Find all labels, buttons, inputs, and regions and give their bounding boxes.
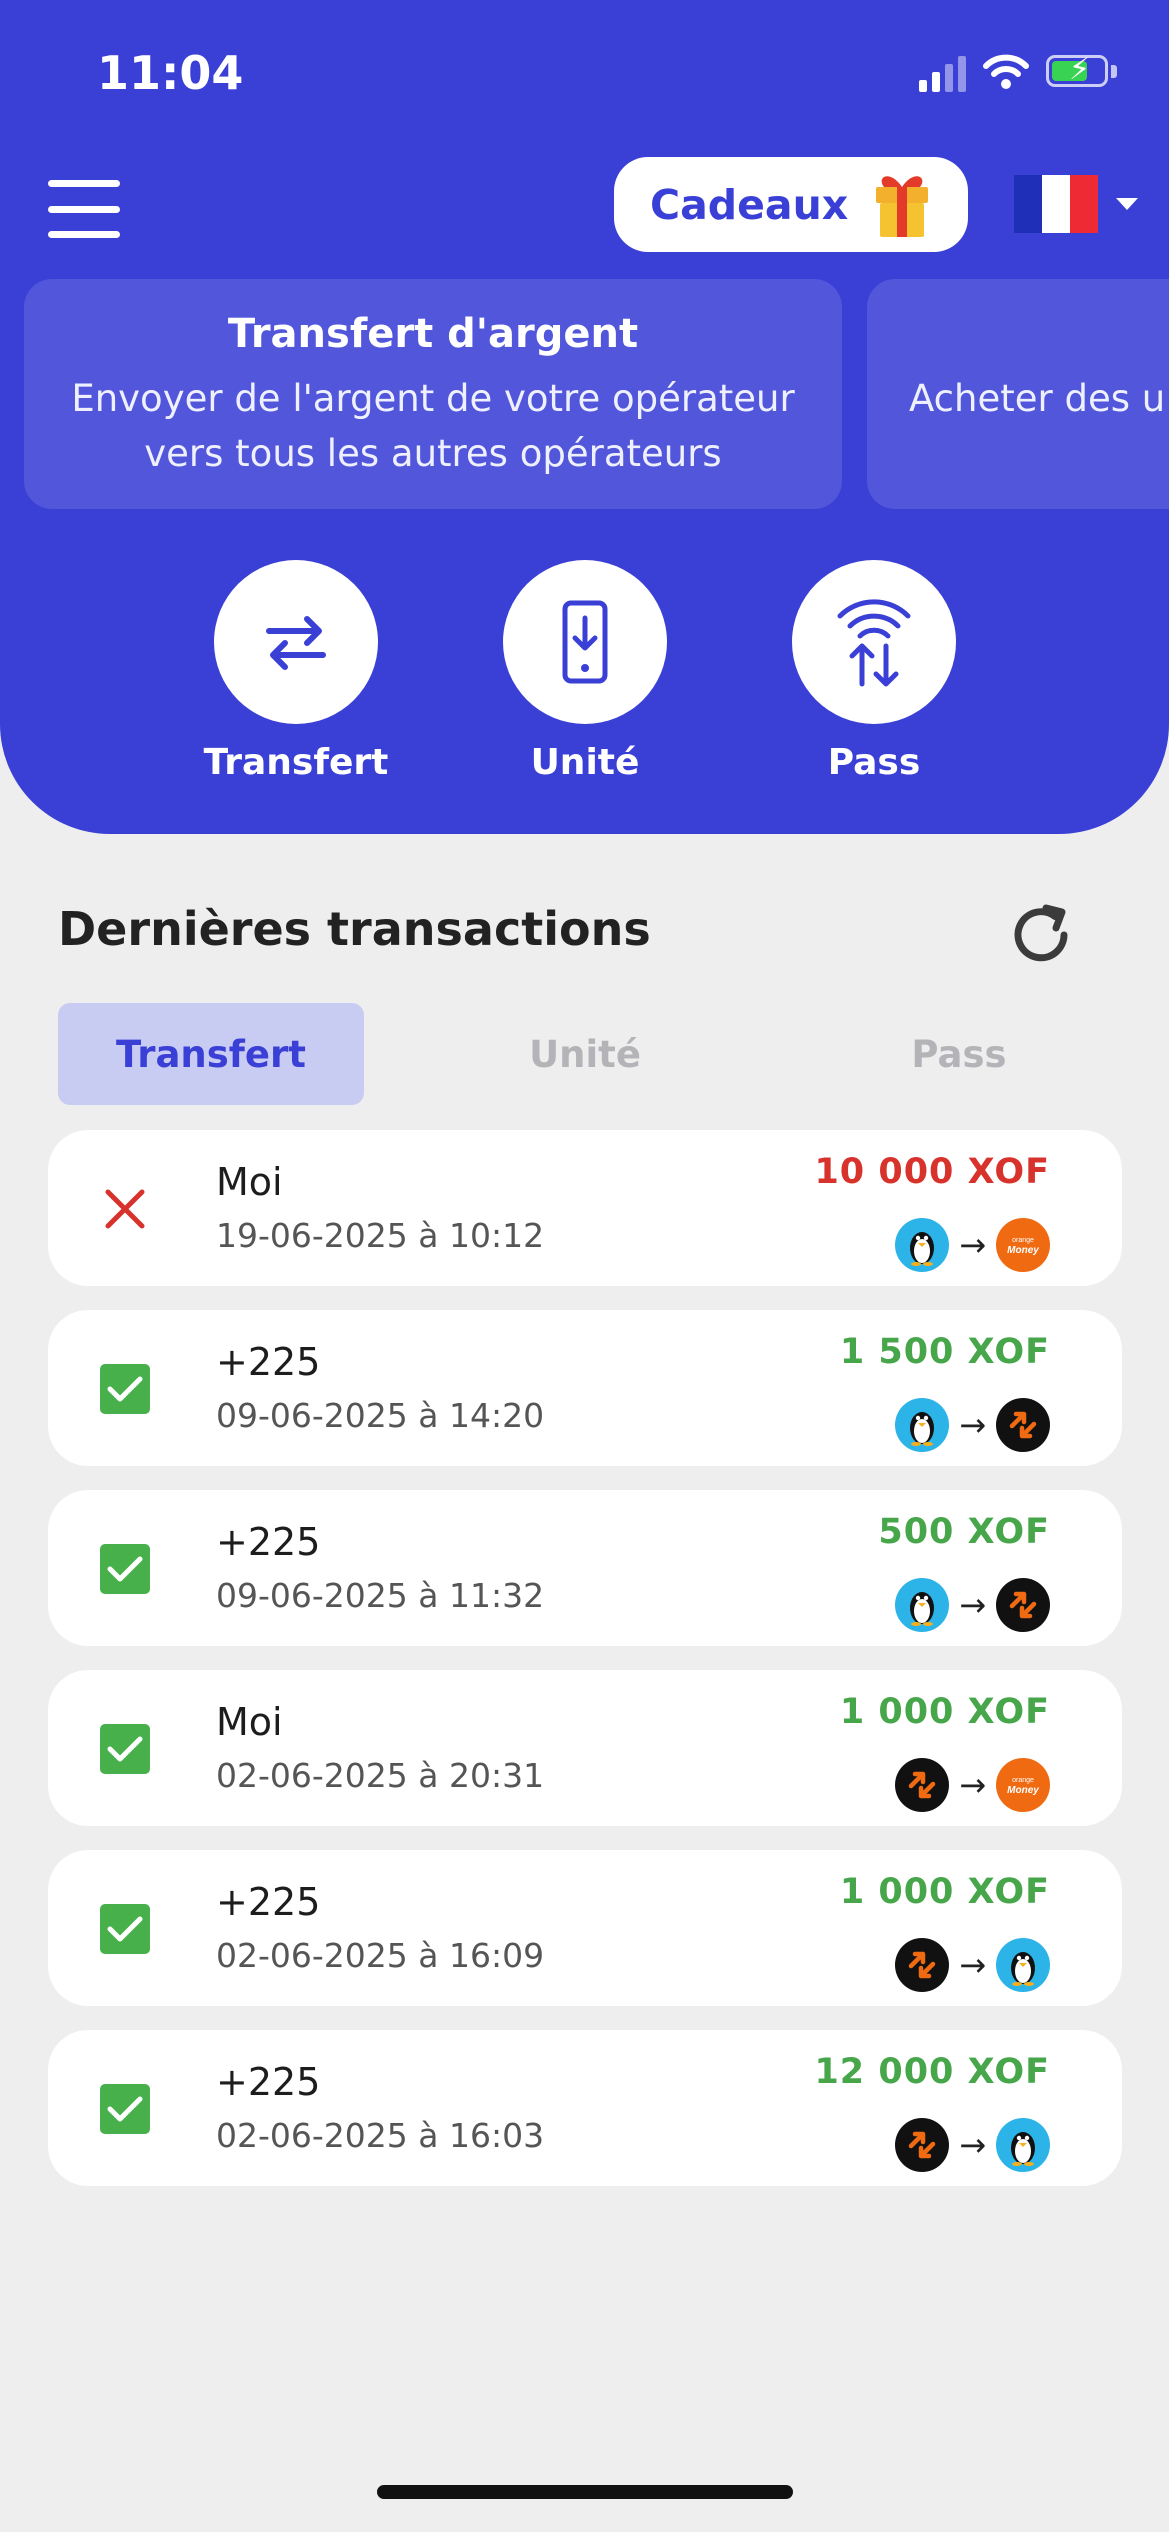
arrow-right-icon: → bbox=[959, 1766, 986, 1804]
card-title: Transfert d'argent bbox=[227, 311, 639, 357]
card-description: Acheter des u en utilisant to bbox=[909, 377, 1169, 420]
success-check-icon bbox=[100, 2084, 150, 2134]
arrow-right-icon: → bbox=[959, 1226, 986, 1264]
transfer-action-button[interactable]: Transfert bbox=[176, 560, 416, 783]
penguin-operator-icon bbox=[895, 1218, 950, 1272]
flag-stripe-red bbox=[1070, 175, 1098, 233]
chevron-down-icon bbox=[1116, 198, 1138, 210]
operator-route: → orange Money bbox=[895, 1218, 1050, 1272]
transaction-amount: 12 000 XOF bbox=[814, 2052, 1050, 2092]
cellular-signal-icon bbox=[919, 50, 966, 92]
pass-action-button[interactable]: Pass bbox=[754, 560, 994, 783]
airtime-action-button[interactable]: Unité bbox=[465, 560, 705, 783]
penguin-operator-icon bbox=[996, 2118, 1050, 2172]
transactions-title: Dernières transactions bbox=[58, 902, 651, 956]
hamburger-menu-icon[interactable] bbox=[48, 180, 120, 238]
action-label: Transfert bbox=[203, 742, 389, 783]
success-check-icon bbox=[100, 1364, 150, 1414]
svg-text:Money: Money bbox=[1007, 1245, 1039, 1256]
home-indicator bbox=[377, 2485, 793, 2499]
penguin-operator-icon bbox=[895, 1578, 950, 1632]
transactions-list: Moi 19-06-2025 à 10:12 10 000 XOF → orange Mo… bbox=[48, 1130, 1122, 2210]
operator-route: → bbox=[895, 2118, 1050, 2172]
wifi-icon bbox=[983, 54, 1029, 89]
gift-box-icon bbox=[876, 175, 929, 237]
operator-route: → orange Money bbox=[895, 1758, 1050, 1812]
gifts-button[interactable]: Cadeaux bbox=[614, 157, 968, 252]
refresh-icon[interactable] bbox=[1006, 900, 1076, 970]
airtime-card[interactable]: Ac Acheter des u en utilisant to bbox=[867, 279, 1169, 509]
money-transfer-card[interactable]: Transfert d'argent Envoyer de l'argent d… bbox=[24, 279, 842, 509]
header-hero: 11:04 ⚡ Cadeaux Transfert d'argent Envoy… bbox=[0, 0, 1169, 834]
success-check-icon bbox=[100, 1544, 150, 1594]
transaction-recipient: +225 bbox=[216, 1340, 321, 1384]
failed-x-icon bbox=[100, 1184, 150, 1234]
french-flag-icon bbox=[1014, 175, 1098, 233]
arrows-operator-icon bbox=[895, 1758, 950, 1812]
operator-route: → bbox=[895, 1578, 1050, 1632]
tab-transfert[interactable]: Transfert bbox=[58, 1003, 364, 1105]
arrows-operator-icon bbox=[895, 2118, 950, 2172]
operator-route: → bbox=[895, 1398, 1050, 1452]
orange-money-operator-icon: orange Money bbox=[996, 1758, 1050, 1812]
transaction-date: 09-06-2025 à 11:32 bbox=[216, 1576, 545, 1615]
svg-text:orange: orange bbox=[1012, 1777, 1034, 1784]
transaction-row[interactable]: Moi 19-06-2025 à 10:12 10 000 XOF → orange Mo… bbox=[48, 1130, 1122, 1286]
transaction-date: 19-06-2025 à 10:12 bbox=[216, 1216, 545, 1255]
battery-icon: ⚡ bbox=[1046, 55, 1108, 87]
status-time: 11:04 bbox=[97, 46, 244, 100]
transaction-recipient: +225 bbox=[216, 1880, 321, 1924]
transaction-row[interactable]: +225 09-06-2025 à 14:20 1 500 XOF → bbox=[48, 1310, 1122, 1466]
flag-stripe-blue bbox=[1014, 175, 1042, 233]
transaction-amount: 1 500 XOF bbox=[839, 1332, 1050, 1372]
arrows-operator-icon bbox=[996, 1398, 1050, 1452]
status-icons: ⚡ bbox=[919, 50, 1117, 92]
card-description: Envoyer de l'argent de votre opérateur v… bbox=[71, 377, 795, 475]
success-check-icon bbox=[100, 1724, 150, 1774]
transaction-date: 02-06-2025 à 16:09 bbox=[216, 1936, 545, 1975]
transaction-date: 02-06-2025 à 20:31 bbox=[216, 1756, 545, 1795]
arrow-right-icon: → bbox=[959, 1946, 986, 1984]
transaction-recipient: +225 bbox=[216, 1520, 321, 1564]
penguin-operator-icon bbox=[895, 1398, 950, 1452]
penguin-operator-icon bbox=[996, 1938, 1050, 1992]
transaction-amount: 1 000 XOF bbox=[839, 1692, 1050, 1732]
data-wifi-icon bbox=[837, 599, 911, 687]
transaction-row[interactable]: +225 02-06-2025 à 16:03 12 000 XOF → bbox=[48, 2030, 1122, 2186]
transaction-row[interactable]: Moi 02-06-2025 à 20:31 1 000 XOF → orange Mon… bbox=[48, 1670, 1122, 1826]
gifts-button-label: Cadeaux bbox=[650, 180, 849, 229]
tab-unite[interactable]: Unité bbox=[432, 1003, 738, 1105]
transaction-amount: 1 000 XOF bbox=[839, 1872, 1050, 1912]
transaction-date: 09-06-2025 à 14:20 bbox=[216, 1396, 545, 1435]
arrow-right-icon: → bbox=[959, 1406, 986, 1444]
transaction-recipient: Moi bbox=[216, 1160, 283, 1204]
orange-money-operator-icon: orange Money bbox=[996, 1218, 1050, 1272]
transaction-amount: 500 XOF bbox=[878, 1512, 1050, 1552]
svg-text:orange: orange bbox=[1012, 1237, 1034, 1244]
success-check-icon bbox=[100, 1904, 150, 1954]
transfer-arrows-icon bbox=[266, 616, 326, 670]
transaction-date: 02-06-2025 à 16:03 bbox=[216, 2116, 545, 2155]
action-label: Unité bbox=[530, 742, 640, 783]
arrows-operator-icon bbox=[996, 1578, 1050, 1632]
svg-text:Money: Money bbox=[1007, 1785, 1039, 1796]
transaction-amount: 10 000 XOF bbox=[814, 1152, 1050, 1192]
arrows-operator-icon bbox=[895, 1938, 950, 1992]
action-label: Pass bbox=[827, 742, 921, 783]
transaction-row[interactable]: +225 02-06-2025 à 16:09 1 000 XOF → bbox=[48, 1850, 1122, 2006]
transaction-recipient: +225 bbox=[216, 2060, 321, 2104]
transaction-recipient: Moi bbox=[216, 1700, 283, 1744]
arrow-right-icon: → bbox=[959, 2126, 986, 2164]
language-selector[interactable] bbox=[1014, 175, 1138, 233]
operator-route: → bbox=[895, 1938, 1050, 1992]
tab-pass[interactable]: Pass bbox=[806, 1003, 1112, 1105]
flag-stripe-white bbox=[1042, 175, 1070, 233]
transaction-row[interactable]: +225 09-06-2025 à 11:32 500 XOF → bbox=[48, 1490, 1122, 1646]
arrow-right-icon: → bbox=[959, 1586, 986, 1624]
phone-download-icon bbox=[562, 600, 608, 684]
